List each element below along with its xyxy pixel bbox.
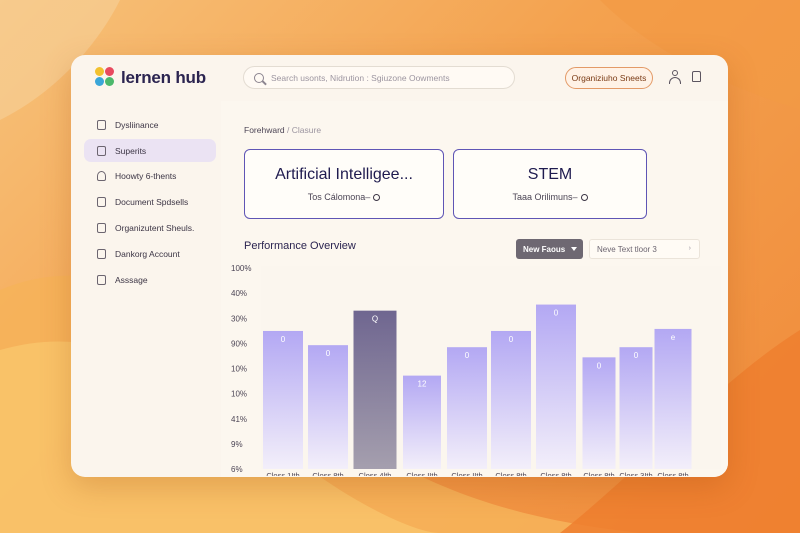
sidebar-item-label: Asssage (115, 274, 148, 285)
x-tick-label: Closs 8th (540, 471, 571, 476)
breadcrumb-separator: / (287, 125, 290, 135)
bar-value-label: e (671, 333, 676, 342)
x-tick-label: Closs 3Ith (619, 471, 652, 476)
card-title: Artificial Intelligee... (275, 166, 413, 183)
chart-bar[interactable] (536, 304, 576, 469)
chart-bar[interactable] (491, 330, 531, 469)
chart-bar[interactable] (263, 330, 303, 469)
view-select-label: Neve Text tloor 3 (597, 244, 657, 254)
filter-dropdown-button[interactable]: New Faous (516, 239, 583, 259)
dashboard-icon (97, 119, 106, 130)
y-tick-label: 6% (231, 465, 243, 474)
x-tick-label: Closs 8th (495, 471, 526, 476)
breadcrumb-second[interactable]: Clasure (292, 125, 321, 135)
bar-value-label: 0 (554, 309, 559, 318)
y-tick-label: 30% (231, 314, 247, 323)
y-tick-label: 10% (231, 390, 247, 399)
course-card-ai[interactable]: Artificial Intelligee... Tos Cálomona– (244, 149, 444, 219)
x-tick-label: Closs 1Ith (266, 471, 299, 476)
circle-icon (373, 194, 381, 201)
performance-bar-chart: 100% 40% 30% 90% 10% 10% 41% 9% 6% 0 Closs 1Ith 0 Cl… (231, 264, 721, 476)
card-subtitle-text: Tos Cálomona– (307, 192, 371, 202)
caret-down-icon (571, 247, 577, 251)
x-tick-label: Closs 8th (657, 471, 688, 476)
chart-bar[interactable] (353, 310, 397, 469)
sidebar-item-label: Document Spdsells (115, 196, 189, 207)
main-content: Forehward / Clasure Artificial Intellige… (221, 101, 728, 477)
sidebar-item-label: Superits (115, 145, 147, 156)
search-input[interactable]: Search usonts, Nidrution : Sgiuzone Oowm… (243, 66, 515, 89)
sidebar-item-documents[interactable]: Document Spdsells (84, 190, 216, 213)
app-logo[interactable]: lernen hub (95, 67, 206, 89)
top-bar: lernen hub Search usonts, Nidrution : Sg… (71, 55, 728, 101)
course-card-stem[interactable]: STEM Taaa Orilimuns– (453, 149, 647, 219)
chart-bar[interactable] (447, 347, 487, 469)
sidebar-item-label: Dysliinance (115, 119, 159, 130)
sidebar: Dysliinance Superits Hoowty 6-thents Doc… (71, 101, 221, 477)
chart-bar[interactable] (654, 328, 692, 469)
logo-mark-icon (95, 67, 117, 89)
x-tick-label: Closs 8th (583, 471, 614, 476)
y-tick-label: 9% (231, 440, 243, 449)
organization-button[interactable]: Organiziuho Sneets (565, 67, 653, 89)
view-select[interactable]: Neve Text tloor 3 › (589, 239, 700, 259)
chart-bar[interactable] (619, 347, 653, 469)
y-tick-label: 90% (231, 339, 247, 348)
user-icon[interactable] (669, 70, 681, 84)
y-tick-label: 100% (231, 264, 251, 273)
sidebar-item-organization[interactable]: Organizutent Sheuls. (84, 216, 216, 239)
search-placeholder: Search usonts, Nidrution : Sgiuzone Oowm… (271, 72, 450, 83)
sidebar-item-label: Organizutent Sheuls. (115, 222, 195, 233)
x-tick-label: Closs 4lth (359, 471, 392, 476)
sidebar-item-dysliinance[interactable]: Dysliinance (84, 113, 216, 136)
bar-value-label: 12 (418, 380, 427, 389)
performance-title: Performance Overview (244, 240, 356, 252)
bar-value-label: 0 (465, 351, 470, 360)
bar-value-label: 0 (281, 335, 286, 344)
x-tick-label: Closs IIth (406, 471, 437, 476)
x-tick-label: Closs IIth (451, 471, 482, 476)
y-tick-label: 40% (231, 289, 247, 298)
sidebar-item-label: Dankorg Account (115, 248, 180, 259)
app-name: lernen hub (121, 68, 206, 87)
bar-value-label: 0 (326, 349, 331, 358)
document-icon (97, 196, 106, 207)
y-tick-label: 41% (231, 415, 247, 424)
sidebar-item-label: Hoowty 6-thents (115, 170, 177, 181)
notification-icon[interactable] (692, 71, 701, 82)
chart-bar[interactable] (308, 345, 348, 469)
card-title: STEM (527, 166, 573, 183)
chart-bar[interactable] (403, 375, 441, 469)
bar-value-label: 0 (634, 351, 639, 360)
reports-icon (97, 145, 106, 156)
bar-value-label: Q (372, 315, 378, 324)
card-subtitle: Tos Cálomona– (245, 192, 443, 202)
sidebar-item-students[interactable]: Hoowty 6-thents (84, 164, 216, 187)
sidebar-item-superits[interactable]: Superits (84, 139, 216, 162)
sidebar-item-message[interactable]: Asssage (84, 268, 216, 291)
chart-bar[interactable] (582, 357, 616, 469)
breadcrumb-first[interactable]: Forehward (244, 125, 285, 135)
filter-label: New Faous (523, 244, 566, 254)
chevron-right-icon: › (688, 245, 691, 252)
circle-icon (580, 194, 588, 201)
card-subtitle: Taaa Orilimuns– (454, 192, 646, 202)
card-subtitle-text: Taaa Orilimuns– (512, 192, 578, 202)
person-icon (97, 170, 106, 181)
sidebar-item-account[interactable]: Dankorg Account (84, 242, 216, 265)
app-window: lernen hub Search usonts, Nidrution : Sg… (71, 55, 728, 477)
clipboard-icon (97, 222, 106, 233)
account-icon (97, 248, 106, 259)
y-tick-label: 10% (231, 365, 247, 374)
breadcrumb: Forehward / Clasure (244, 125, 321, 135)
bar-value-label: 0 (597, 361, 602, 370)
x-tick-label: Closs 8th (312, 471, 343, 476)
bar-value-label: 0 (509, 335, 514, 344)
search-icon (254, 72, 264, 83)
message-icon (97, 274, 106, 285)
